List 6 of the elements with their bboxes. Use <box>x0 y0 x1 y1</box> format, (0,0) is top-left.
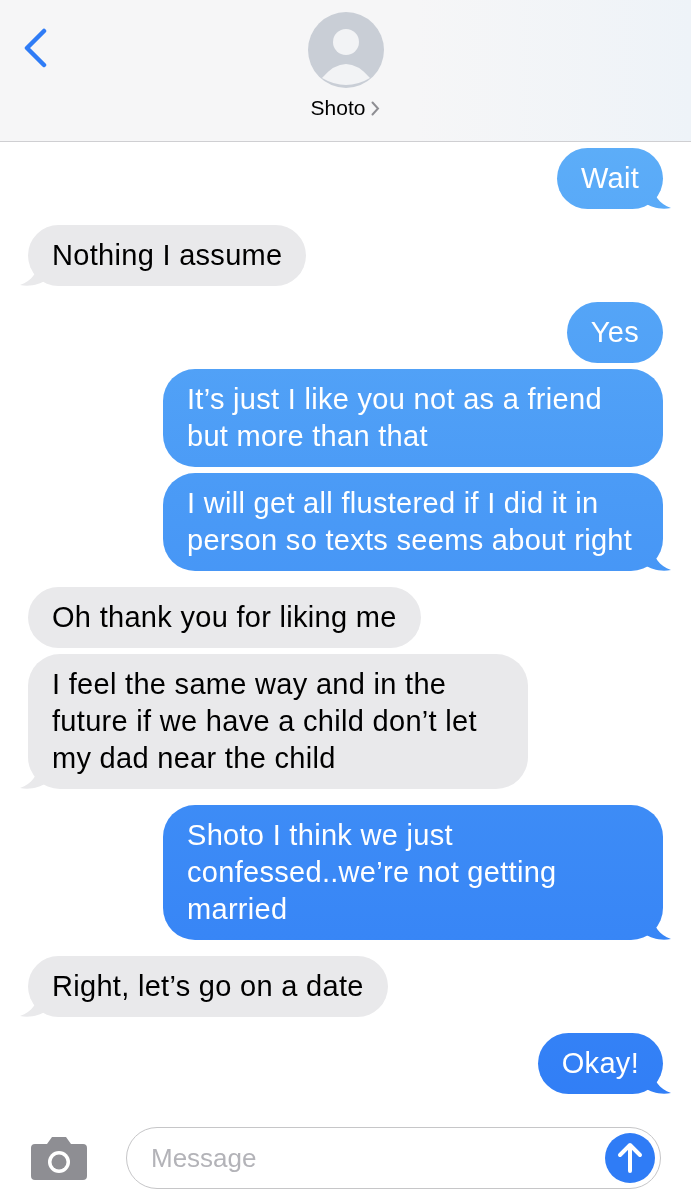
contact-name[interactable]: Shoto <box>310 96 366 120</box>
send-icon[interactable] <box>605 1133 655 1183</box>
camera-icon[interactable] <box>30 1135 88 1181</box>
back-icon[interactable] <box>22 28 48 68</box>
chevron-icon <box>371 100 381 116</box>
message-field[interactable]: Message <box>126 1127 661 1189</box>
